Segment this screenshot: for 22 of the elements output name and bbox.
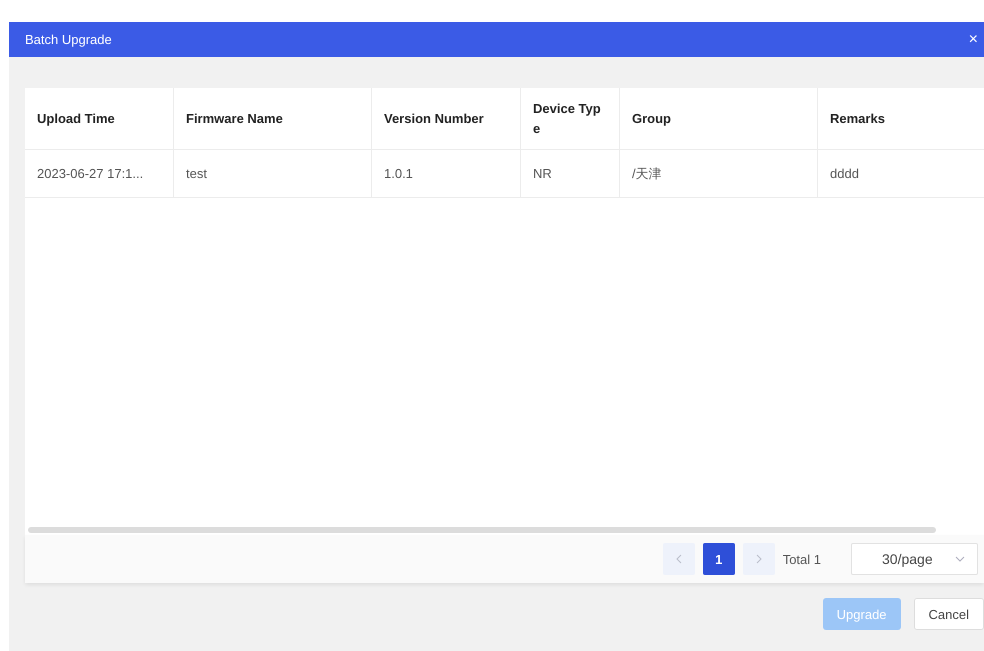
chevron-left-icon — [674, 554, 683, 564]
table-cell: 2023-06-27 17:1... — [25, 150, 174, 198]
table-cell: NR — [521, 150, 620, 198]
table-cell: dddd — [818, 150, 984, 198]
cancel-button[interactable]: Cancel — [914, 598, 984, 630]
column-header: Upload Time — [25, 88, 174, 150]
column-header: Device Type — [521, 88, 620, 150]
column-header: Version Number — [372, 88, 521, 150]
scrollbar[interactable] — [28, 527, 936, 533]
table-cell: 1.0.1 — [372, 150, 521, 198]
column-header: Group — [620, 88, 818, 150]
page-button[interactable]: 1 — [702, 543, 735, 575]
column-header: Firmware Name — [174, 88, 372, 150]
table-cell: test — [174, 150, 372, 198]
chevron-right-icon — [754, 554, 763, 564]
page-size-select[interactable]: 30/page — [851, 543, 978, 575]
table-cell: /天津 — [620, 150, 818, 198]
column-header: Remarks — [818, 88, 984, 150]
caret-icon — [955, 556, 965, 562]
close-button[interactable]: × — [962, 30, 984, 48]
total-count: Total 1 — [782, 552, 821, 566]
dialog-title: Batch Upgrade — [25, 32, 112, 47]
